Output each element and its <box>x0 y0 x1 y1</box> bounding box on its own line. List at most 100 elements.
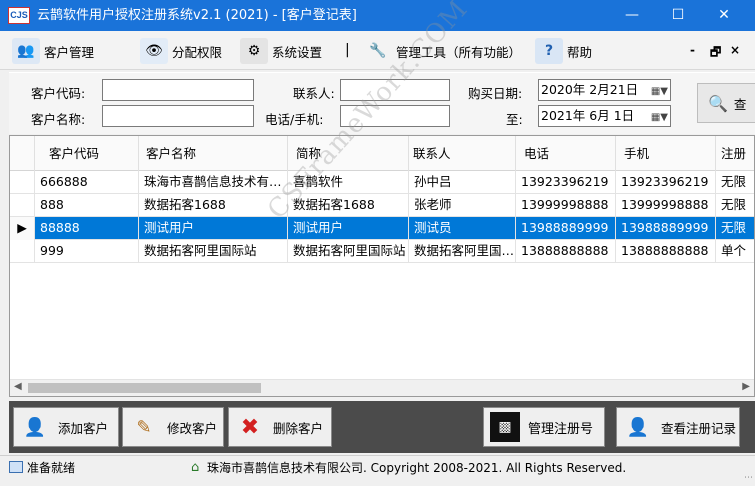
table-cell[interactable]: 无限 <box>716 217 754 240</box>
menu-label: 客户管理 <box>44 44 95 60</box>
table-cell[interactable]: 13988889999 <box>516 217 616 240</box>
column-header[interactable]: 手机 <box>616 136 716 171</box>
table-cell[interactable]: 无限 <box>716 171 754 194</box>
users-star-icon: 👥 <box>12 38 40 64</box>
customer-name-input[interactable] <box>102 105 254 127</box>
table-cell[interactable]: 数据拓客阿里国际站 <box>288 240 409 263</box>
menu-assign-permission[interactable]: 👁 分配权限 <box>140 36 222 66</box>
table-cell[interactable]: 13999998888 <box>516 194 616 217</box>
status-monitor-icon <box>9 461 23 473</box>
edit-pencil-icon: ✎ <box>136 416 152 438</box>
menu-label: 帮助 <box>567 44 593 60</box>
eye-permission-icon: 👁 <box>140 38 168 64</box>
mdi-restore-button[interactable]: 🗗 <box>710 43 721 64</box>
table-row[interactable]: 888 数据拓客1688 数据拓客1688 张老师 13999998888 13… <box>10 194 754 217</box>
row-header[interactable] <box>10 240 35 263</box>
resize-grip-icon[interactable]: ⋯ <box>744 473 753 483</box>
home-icon: ⌂ <box>191 460 200 475</box>
maximize-button[interactable]: ☐ <box>655 0 701 31</box>
menu-customer-manage[interactable]: 👥 客户管理 <box>12 36 94 66</box>
delete-customer-button[interactable]: ✖ 删除客户 <box>228 407 332 447</box>
table-cell[interactable]: 测试员 <box>409 217 516 240</box>
status-bar: 准备就绪 ⌂ 珠海市喜鹊信息技术有限公司. Copyright 2008-202… <box>0 455 755 486</box>
button-label: 查看注册记录 <box>661 420 737 436</box>
table-cell[interactable]: 13988889999 <box>616 217 716 240</box>
table-cell[interactable]: 13923396219 <box>616 171 716 194</box>
table-cell[interactable]: 13888888888 <box>616 240 716 263</box>
phone-label: 电话/手机: <box>265 112 324 127</box>
menu-label: 系统设置 <box>272 44 323 60</box>
row-indicator-icon[interactable]: ▶ <box>10 217 35 240</box>
row-header[interactable] <box>10 171 35 194</box>
date-to-value: 2021年 6月 1日 <box>541 108 635 123</box>
table-cell[interactable]: 测试用户 <box>288 217 409 240</box>
horizontal-scrollbar[interactable]: ◀ ▶ <box>10 379 754 396</box>
add-customer-button[interactable]: 👤 添加客户 <box>13 407 119 447</box>
table-cell[interactable]: 单个 <box>716 240 754 263</box>
wrench-screwdriver-icon: 🔧 <box>369 43 387 59</box>
action-button-bar: 👤 添加客户 ✎ 修改客户 ✖ 删除客户 ▩ 管理注册号 👤 查看注册记录 <box>9 401 755 453</box>
menu-help[interactable]: ? 帮助 <box>535 36 592 66</box>
menu-bar: 👥 客户管理 👁 分配权限 ⚙ 系统设置 | 🔧 管理工具（所有功能） ? 帮助… <box>0 31 755 70</box>
query-button[interactable]: 🔍 查 <box>697 83 755 123</box>
scrollbar-thumb[interactable] <box>28 383 261 393</box>
table-cell[interactable]: 无限 <box>716 194 754 217</box>
table-cell[interactable]: 13923396219 <box>516 171 616 194</box>
query-button-label: 查 <box>733 96 747 112</box>
button-label: 添加客户 <box>58 420 109 436</box>
title-bar: CJS 云鹊软件用户授权注册系统v2.1 (2021) - [客户登记表] — … <box>0 0 755 31</box>
column-header[interactable]: 注册 <box>716 136 754 171</box>
table-cell[interactable]: 13888888888 <box>516 240 616 263</box>
menu-separator: | <box>345 42 350 58</box>
customer-name-label: 客户名称: <box>31 112 86 127</box>
row-header[interactable] <box>10 194 35 217</box>
table-cell[interactable]: 88888 <box>35 217 139 240</box>
table-cell[interactable]: 666888 <box>35 171 139 194</box>
table-cell[interactable]: 测试用户 <box>139 217 288 240</box>
button-label: 删除客户 <box>273 420 324 436</box>
contact-label: 联系人: <box>293 86 335 101</box>
purchase-date-label: 购买日期: <box>468 86 523 101</box>
table-cell[interactable]: 孙中吕 <box>409 171 516 194</box>
close-button[interactable]: ✕ <box>701 0 747 31</box>
table-row[interactable]: 999 数据拓客阿里国际站 数据拓客阿里国际站 数据拓客阿里国… 1388888… <box>10 240 754 263</box>
date-to-picker[interactable]: 2021年 6月 1日 ▦▼ <box>538 105 671 127</box>
table-row-selected[interactable]: ▶ 88888 测试用户 测试用户 测试员 13988889999 139888… <box>10 217 754 240</box>
column-header[interactable]: 客户名称 <box>139 136 288 171</box>
status-ready-text: 准备就绪 <box>27 461 76 475</box>
table-cell[interactable]: 张老师 <box>409 194 516 217</box>
date-from-value: 2020年 2月21日 <box>541 82 639 97</box>
gears-icon: ⚙ <box>240 38 268 64</box>
table-cell[interactable]: 数据拓客阿里国际站 <box>139 240 288 263</box>
column-header[interactable]: 电话 <box>516 136 616 171</box>
date-from-picker[interactable]: 2020年 2月21日 ▦▼ <box>538 79 671 101</box>
table-cell[interactable]: 珠海市喜鹊信息技术有… <box>139 171 288 194</box>
table-cell[interactable]: 13999998888 <box>616 194 716 217</box>
row-header-corner <box>10 136 35 171</box>
add-user-icon: 👤 <box>23 416 47 438</box>
calendar-dropdown-icon[interactable]: ▦▼ <box>651 82 668 102</box>
customer-code-label: 客户代码: <box>31 86 86 101</box>
mdi-minimize-button[interactable]: - <box>690 43 695 57</box>
column-header[interactable]: 联系人 <box>409 136 516 171</box>
calendar-dropdown-icon[interactable]: ▦▼ <box>651 108 668 128</box>
menu-system-settings[interactable]: ⚙ 系统设置 <box>240 36 322 66</box>
minimize-button[interactable]: — <box>609 0 655 31</box>
delete-x-icon: ✖ <box>240 414 260 440</box>
customer-grid[interactable]: 客户代码 客户名称 简称 联系人 电话 手机 注册 666888 珠海市喜鹊信息… <box>9 135 755 397</box>
button-label: 管理注册号 <box>528 421 594 437</box>
user-record-icon: 👤 <box>626 416 650 438</box>
customer-code-input[interactable] <box>102 79 254 101</box>
copyright-text: 珠海市喜鹊信息技术有限公司. Copyright 2008-2021. All … <box>207 461 627 475</box>
scroll-right-icon[interactable]: ▶ <box>742 381 750 392</box>
view-registration-records-button[interactable]: 👤 查看注册记录 <box>616 407 740 447</box>
mdi-close-button[interactable]: × <box>730 43 740 57</box>
edit-customer-button[interactable]: ✎ 修改客户 <box>122 407 224 447</box>
table-cell[interactable]: 数据拓客阿里国… <box>409 240 516 263</box>
manage-registration-button[interactable]: ▩ 管理注册号 <box>483 407 605 447</box>
column-header[interactable]: 客户代码 <box>35 136 139 171</box>
table-row[interactable]: 666888 珠海市喜鹊信息技术有… 喜鹊软件 孙中吕 13923396219 … <box>10 171 754 194</box>
scroll-left-icon[interactable]: ◀ <box>14 381 22 392</box>
table-cell[interactable]: 999 <box>35 240 139 263</box>
table-cell[interactable]: 888 <box>35 194 139 217</box>
